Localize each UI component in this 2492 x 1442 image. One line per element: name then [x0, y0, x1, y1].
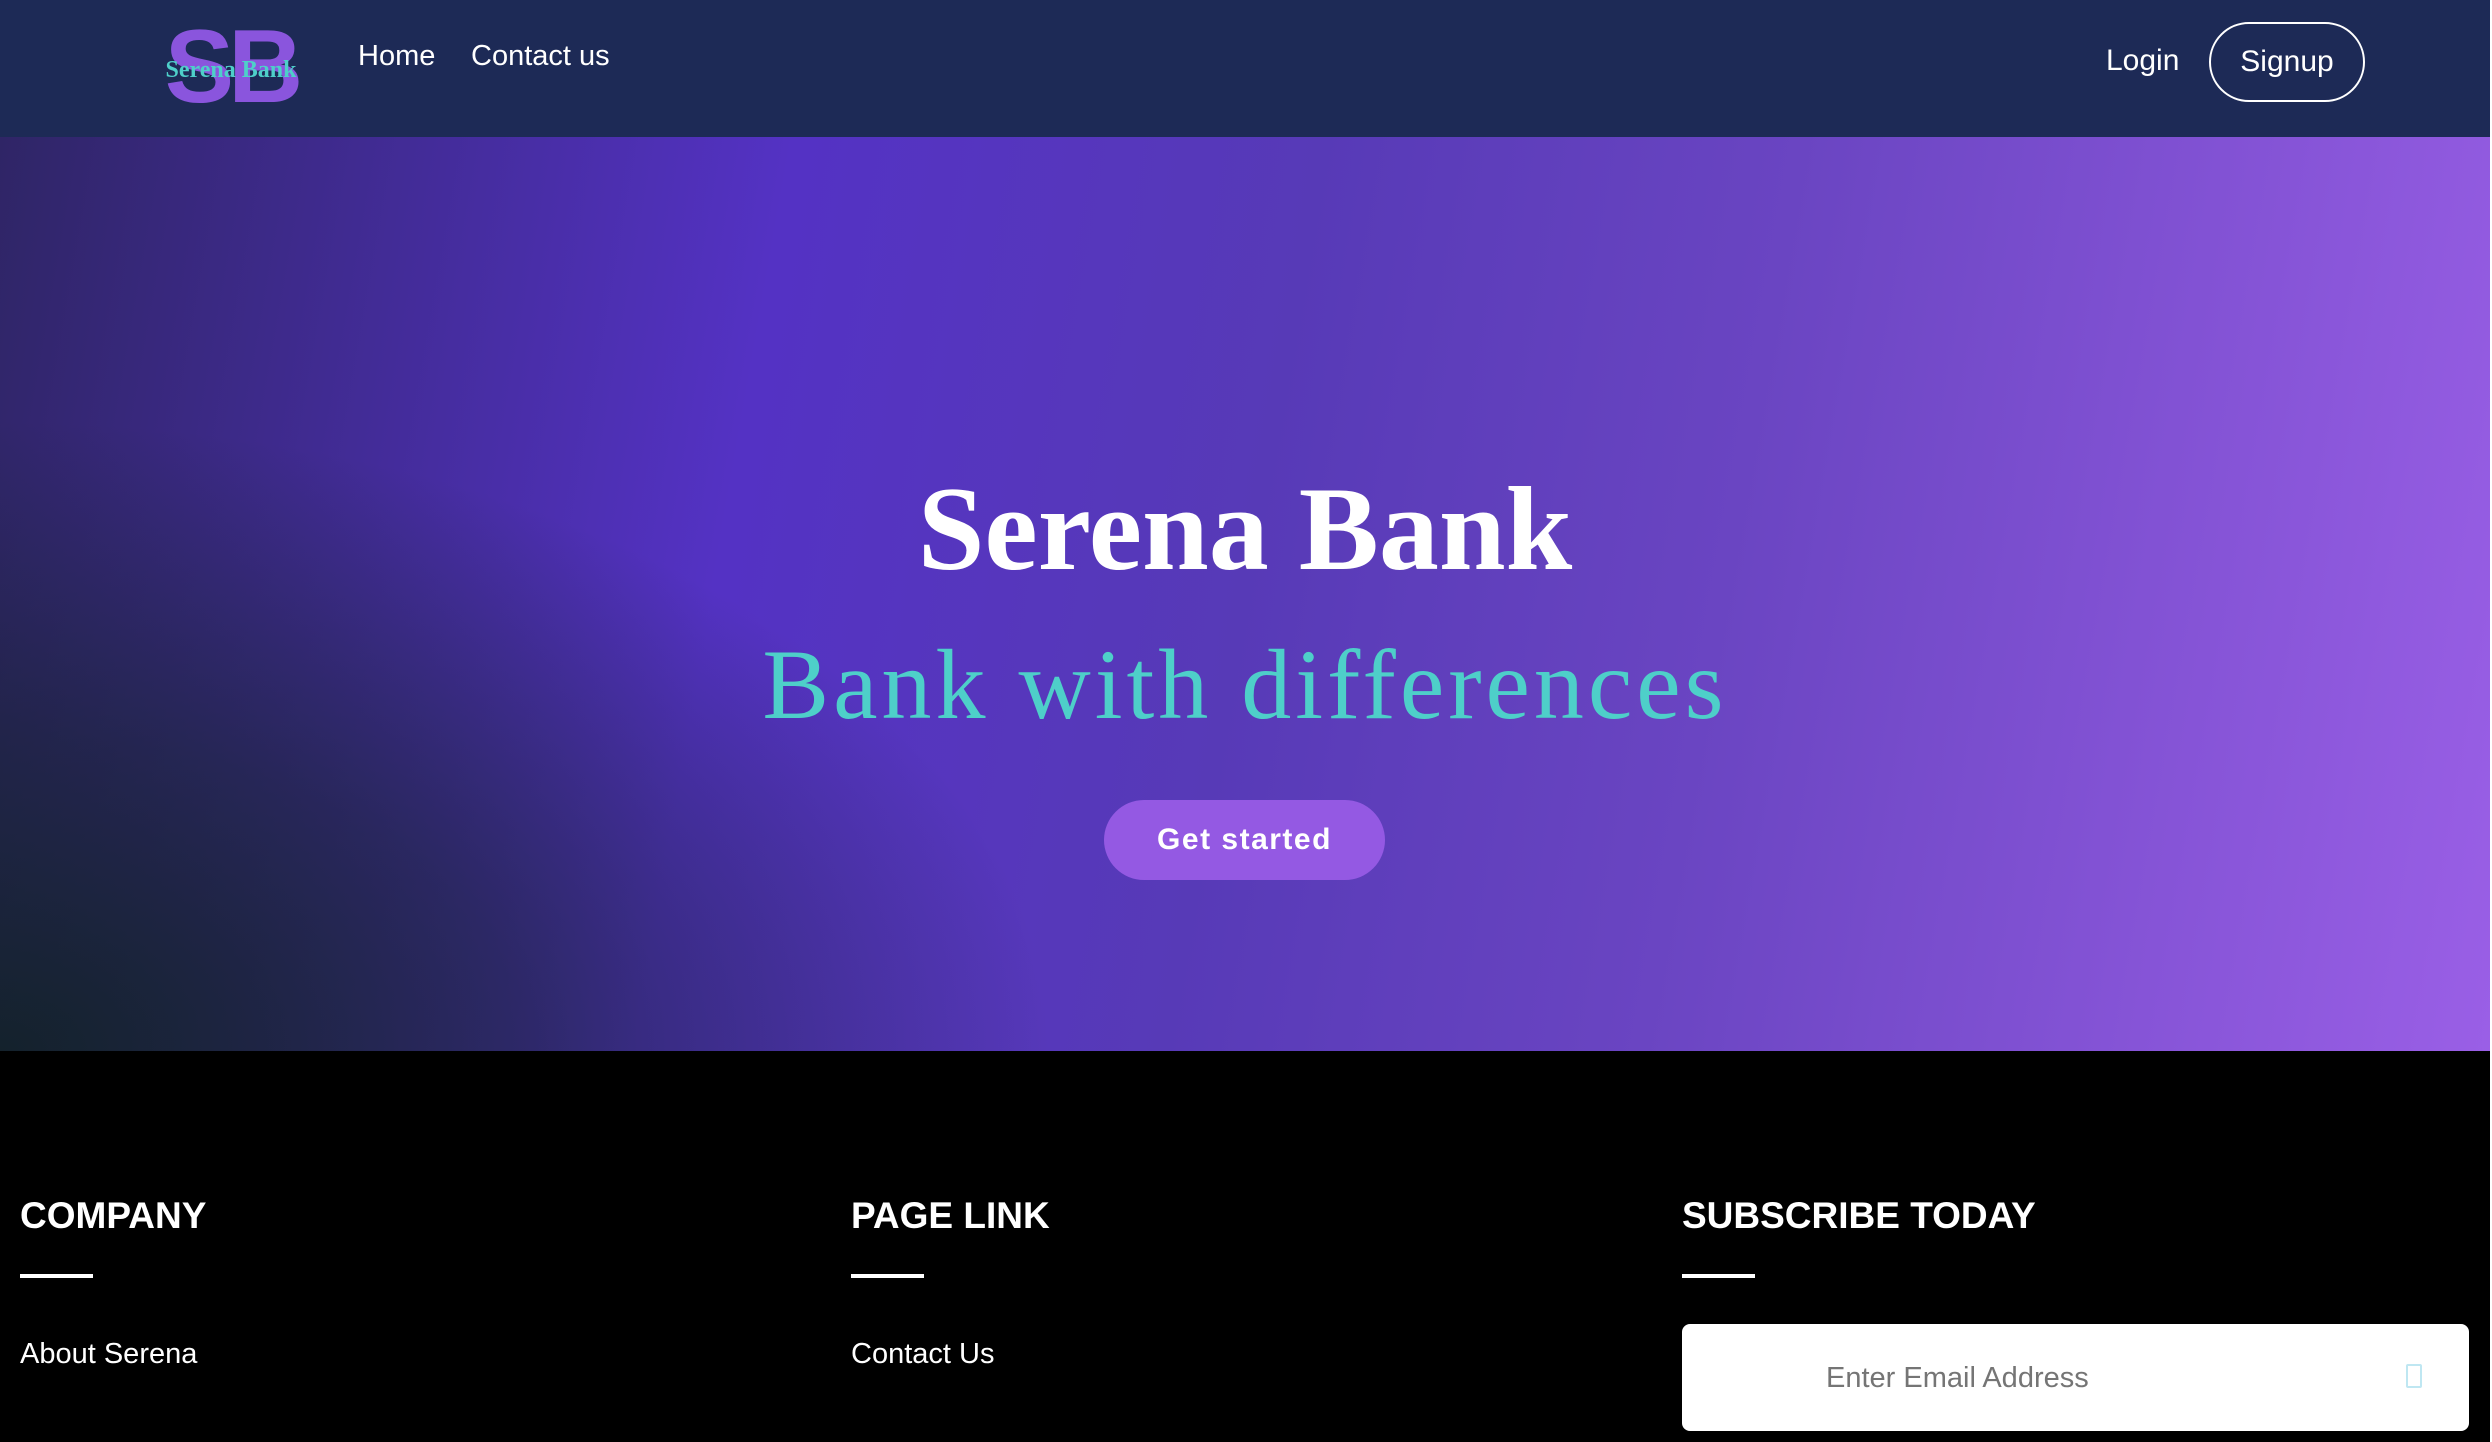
page: SB Serena Bank Home Contact us Login Sig… — [0, 0, 2492, 1442]
logo[interactable]: SB Serena Bank — [153, 24, 309, 108]
hero-title: Serena Bank — [917, 462, 1573, 595]
logo-graphic: SB Serena Bank — [165, 24, 305, 108]
footer-heading-subscribe: SUBSCRIBE TODAY — [1682, 1195, 2036, 1236]
logo-text: Serena Bank — [166, 57, 298, 83]
footer-divider — [20, 1274, 93, 1278]
footer-divider — [851, 1274, 924, 1278]
nav-contact-link[interactable]: Contact us — [471, 38, 610, 74]
signup-button[interactable]: Signup — [2209, 22, 2365, 102]
navbar: SB Serena Bank Home Contact us Login Sig… — [0, 0, 2490, 137]
footer: COMPANY About Serena PAGE LINK Contact U… — [0, 1051, 2490, 1442]
get-started-button[interactable]: Get started — [1104, 800, 1385, 880]
nav-home-link[interactable]: Home — [358, 38, 435, 74]
footer-link-about[interactable]: About Serena — [20, 1336, 197, 1372]
email-input[interactable] — [1826, 1352, 2386, 1404]
footer-heading-page-link: PAGE LINK — [851, 1195, 1050, 1236]
footer-heading-company: COMPANY — [20, 1195, 207, 1236]
footer-link-contact[interactable]: Contact Us — [851, 1336, 994, 1372]
hero-subtitle: Bank with differences — [762, 629, 1728, 740]
hero-section: Serena Bank Bank with differences Get st… — [0, 137, 2490, 1051]
footer-divider — [1682, 1274, 1755, 1278]
send-icon[interactable] — [2406, 1364, 2422, 1388]
login-link[interactable]: Login — [2106, 43, 2179, 79]
subscribe-form — [1682, 1324, 2469, 1431]
